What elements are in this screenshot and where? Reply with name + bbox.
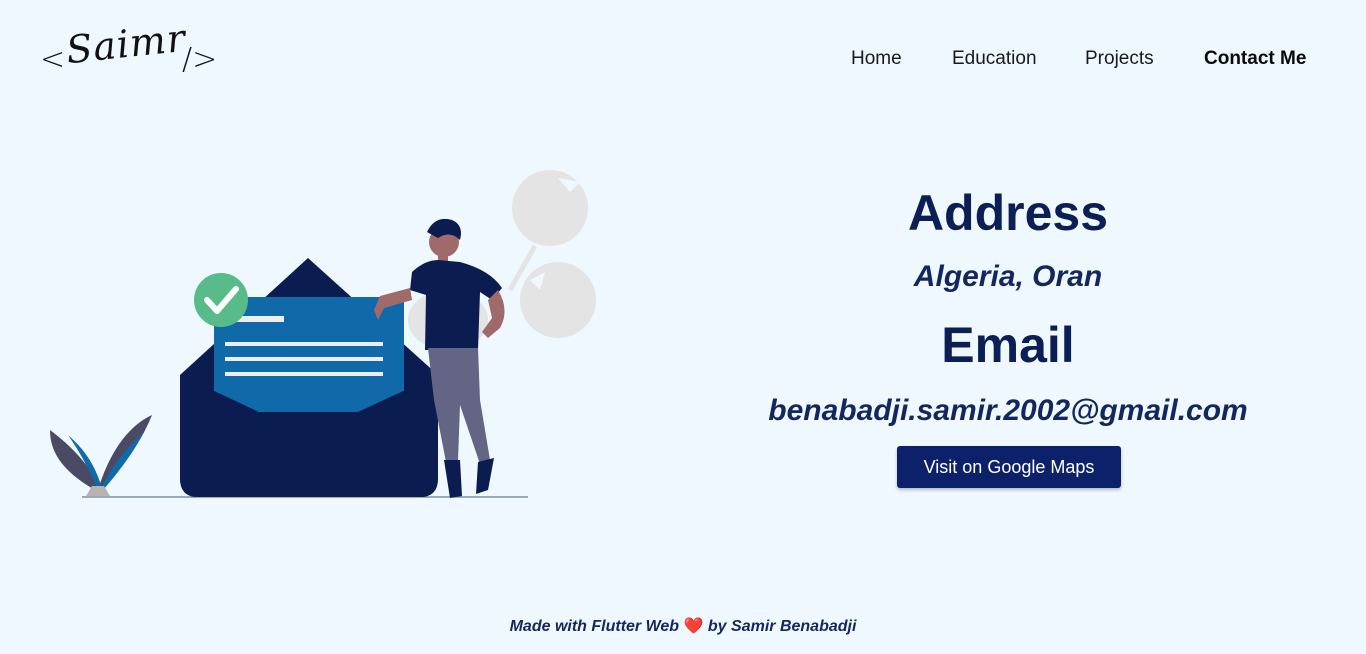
email-title: Email	[941, 317, 1075, 373]
nav-item-home[interactable]: Home	[851, 48, 902, 70]
visit-google-maps-button[interactable]: Visit on Google Maps	[897, 446, 1121, 488]
address-value: Algeria, Oran	[913, 260, 1103, 293]
logo-bracket-right: />	[182, 42, 218, 77]
footer-prefix: Made with Flutter Web	[509, 618, 680, 635]
nav-item-contact[interactable]: Contact Me	[1204, 48, 1306, 70]
address-title: Address	[907, 185, 1109, 241]
nav-item-education[interactable]: Education	[952, 48, 1037, 70]
mail-confirmation-illustration	[50, 170, 596, 498]
mail-illustration	[40, 160, 610, 510]
logo-signature: Saimr	[64, 15, 189, 73]
footer-suffix: by Samir Benabadji	[707, 618, 857, 635]
email-value[interactable]: benabadji.samir.2002@gmail.com	[700, 391, 1316, 431]
logo-bracket-left: <	[40, 42, 66, 77]
footer: Made with Flutter Web ❤️ by Samir Benaba…	[0, 616, 1366, 636]
site-logo[interactable]: < Saimr />	[40, 16, 225, 82]
nav-item-projects[interactable]: Projects	[1085, 48, 1154, 70]
heart-icon: ❤️	[683, 618, 704, 635]
